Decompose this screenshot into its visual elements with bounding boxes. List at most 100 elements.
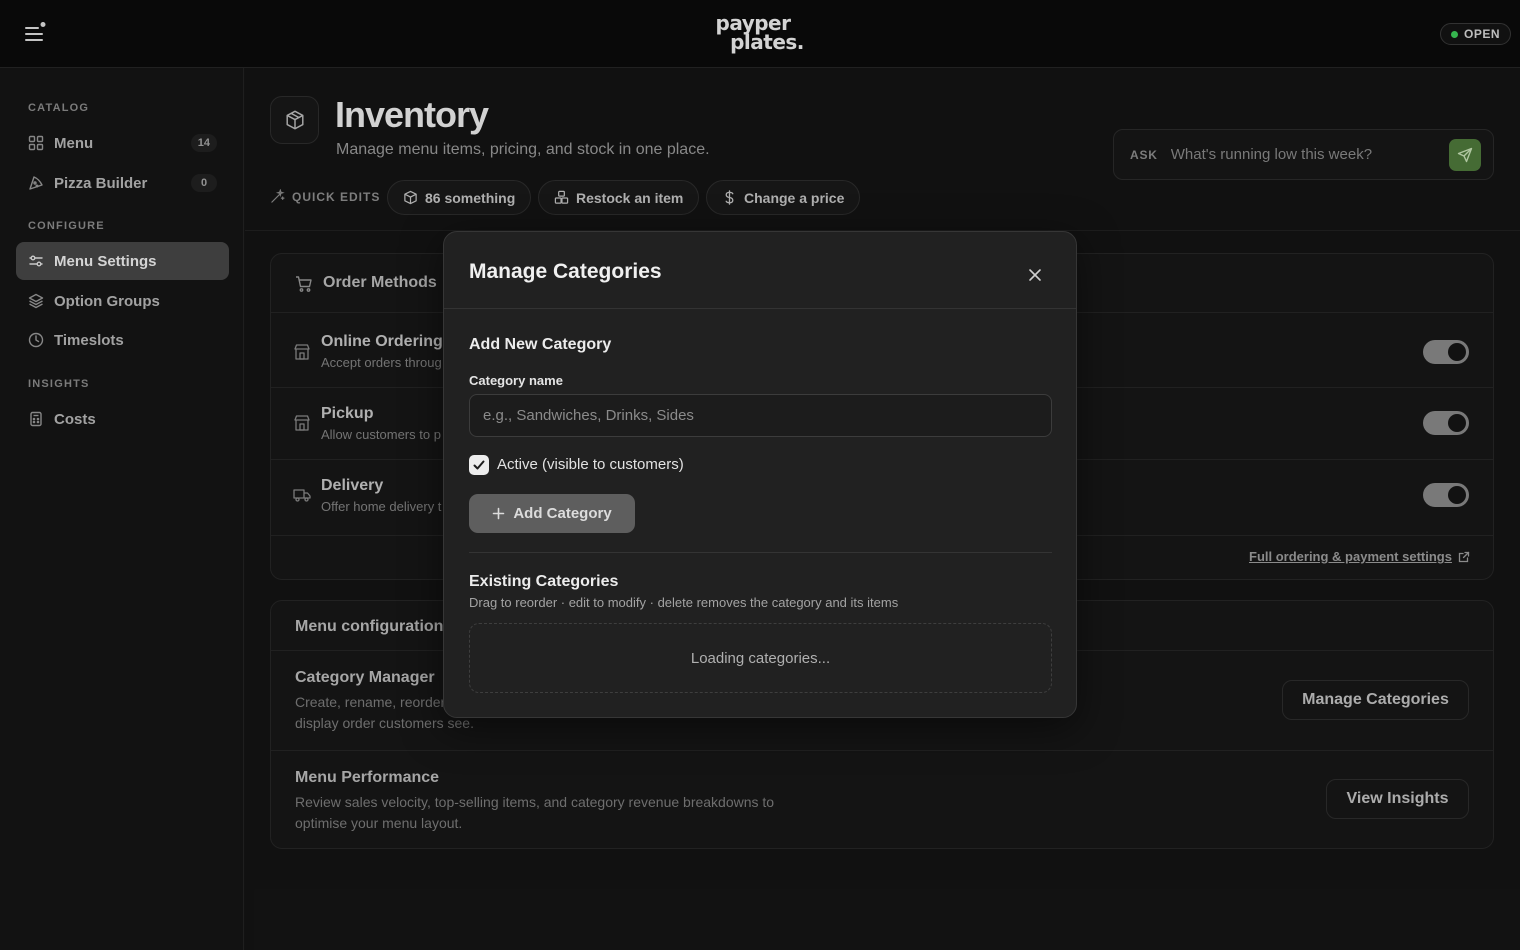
modal-close-button[interactable] bbox=[1024, 264, 1046, 286]
page-subtitle: Manage menu items, pricing, and stock in… bbox=[336, 141, 710, 158]
sidebar-item-menu-settings[interactable]: Menu Settings bbox=[16, 242, 229, 280]
menu-count-badge: 14 bbox=[190, 134, 217, 152]
calculator-icon bbox=[30, 411, 42, 427]
status-label: OPEN bbox=[1464, 27, 1501, 41]
delivery-toggle[interactable] bbox=[1423, 483, 1469, 507]
delivery-title: Delivery bbox=[321, 477, 384, 494]
manage-categories-button[interactable]: Manage Categories bbox=[1282, 680, 1469, 720]
hamburger-icon bbox=[25, 22, 46, 41]
sidebar-item-label: Menu Settings bbox=[54, 252, 157, 270]
online-ordering-desc: Accept orders throug bbox=[321, 355, 442, 370]
category-name-label: Category name bbox=[469, 373, 563, 388]
modal-title: Manage Categories bbox=[469, 260, 662, 283]
add-category-button[interactable]: Add Category bbox=[469, 494, 635, 533]
category-manager-desc-line1: Create, rename, reorder bbox=[295, 694, 446, 710]
sidebar-item-pizza-builder[interactable]: Pizza Builder 0 bbox=[16, 164, 229, 202]
layers-icon bbox=[28, 293, 44, 309]
store-icon bbox=[294, 344, 310, 360]
status-dot-icon bbox=[1451, 30, 1458, 38]
quick-edit-change-price[interactable]: Change a price bbox=[706, 180, 861, 215]
loading-text: Loading categories... bbox=[690, 649, 831, 667]
sidebar-item-label: Pizza Builder bbox=[54, 174, 148, 192]
toggle-knob bbox=[1448, 486, 1466, 504]
ask-send-button[interactable] bbox=[1449, 138, 1481, 171]
box-icon bbox=[404, 190, 417, 205]
pickup-toggle[interactable] bbox=[1423, 411, 1469, 435]
full-ordering-settings-link[interactable]: Full ordering & payment settings bbox=[1249, 549, 1470, 564]
quick-edit-86-something[interactable]: 86 something bbox=[387, 180, 532, 215]
quick-edit-restock-item[interactable]: Restock an item bbox=[538, 180, 700, 215]
pickup-title: Pickup bbox=[321, 405, 374, 422]
quick-edits-label: QUICK EDITS bbox=[270, 189, 380, 204]
sidebar-item-label: Menu bbox=[54, 134, 94, 152]
chip-label: Change a price bbox=[744, 189, 845, 206]
ask-input[interactable] bbox=[1170, 146, 1449, 163]
online-ordering-title: Online Ordering bbox=[321, 333, 443, 350]
ask-label: ASK bbox=[1130, 147, 1158, 162]
inventory-icon-box bbox=[270, 96, 319, 144]
modal-section-divider bbox=[469, 552, 1052, 553]
sidebar-item-option-groups[interactable]: Option Groups bbox=[16, 282, 229, 320]
truck-icon bbox=[293, 489, 311, 502]
brand-logo[interactable]: payper plates. bbox=[700, 13, 820, 54]
sidebar-item-label: Costs bbox=[54, 410, 96, 428]
online-ordering-toggle[interactable] bbox=[1423, 340, 1469, 364]
pizza-icon bbox=[29, 176, 43, 190]
active-checkbox[interactable] bbox=[469, 455, 489, 475]
existing-categories-heading: Existing Categories bbox=[469, 573, 619, 590]
clock-icon bbox=[28, 332, 44, 348]
categories-loading-state: Loading categories... bbox=[469, 623, 1052, 693]
sidebar-section-configure: CONFIGURE bbox=[28, 220, 105, 232]
sidebar-item-timeslots[interactable]: Timeslots bbox=[16, 321, 229, 359]
menu-performance-desc-line2: optimise your menu layout. bbox=[295, 815, 463, 831]
chip-label: 86 something bbox=[425, 189, 516, 206]
grid-icon bbox=[28, 135, 44, 151]
sidebar-section-catalog: CATALOG bbox=[28, 102, 90, 114]
menu-toggle-button[interactable] bbox=[24, 22, 48, 46]
menu-performance-desc-line1: Review sales velocity, top-selling items… bbox=[295, 794, 775, 810]
sliders-icon bbox=[29, 255, 43, 267]
manage-categories-modal: Manage Categories Add New Category Categ… bbox=[443, 231, 1077, 718]
existing-categories-help: Drag to reorder · edit to modify · delet… bbox=[469, 595, 899, 610]
toggle-knob bbox=[1448, 414, 1466, 432]
link-label: Full ordering & payment settings bbox=[1249, 549, 1452, 564]
sidebar-item-menu[interactable]: Menu 14 bbox=[16, 124, 229, 162]
add-new-category-heading: Add New Category bbox=[469, 336, 612, 353]
category-manager-desc-line2: display order customers see. bbox=[295, 715, 474, 731]
brand-line-2: plates. bbox=[730, 30, 804, 54]
add-category-label: Add Category bbox=[513, 505, 612, 522]
close-icon bbox=[1029, 269, 1041, 281]
dollar-icon bbox=[725, 190, 734, 205]
menu-configuration-title: Menu configuration bbox=[295, 618, 444, 635]
plus-icon bbox=[493, 507, 505, 520]
store-status-badge[interactable]: OPEN bbox=[1440, 23, 1512, 45]
pizza-builder-count-badge: 0 bbox=[191, 174, 217, 192]
toggle-knob bbox=[1448, 343, 1466, 361]
pickup-desc: Allow customers to p bbox=[321, 427, 441, 442]
cart-icon bbox=[296, 276, 312, 292]
modal-header-divider bbox=[444, 308, 1076, 309]
package-icon bbox=[285, 110, 304, 130]
store-icon bbox=[294, 415, 310, 431]
ask-assistant-box: ASK bbox=[1113, 129, 1494, 180]
category-name-input[interactable] bbox=[469, 394, 1052, 437]
quick-edits-text: QUICK EDITS bbox=[292, 189, 381, 204]
send-icon bbox=[1457, 147, 1473, 162]
active-checkbox-label[interactable]: Active (visible to customers) bbox=[497, 456, 684, 473]
chip-label: Restock an item bbox=[576, 189, 684, 206]
order-methods-title: Order Methods bbox=[323, 274, 437, 291]
sidebar-item-costs[interactable]: Costs bbox=[16, 400, 229, 438]
sidebar: CATALOG Menu 14 Pizza Builder 0 CONFIGUR… bbox=[0, 68, 244, 950]
top-bar: payper plates. OPEN bbox=[0, 0, 1520, 68]
checkmark-icon bbox=[473, 460, 485, 470]
sparkle-wand-icon bbox=[271, 189, 285, 203]
view-insights-button[interactable]: View Insights bbox=[1326, 779, 1469, 819]
delivery-desc: Offer home delivery t bbox=[321, 499, 442, 514]
boxes-icon bbox=[554, 190, 569, 204]
category-manager-title: Category Manager bbox=[295, 669, 435, 686]
menu-performance-title: Menu Performance bbox=[295, 769, 440, 786]
sidebar-section-insights: INSIGHTS bbox=[28, 378, 90, 390]
page-title: Inventory bbox=[335, 94, 489, 135]
sidebar-item-label: Timeslots bbox=[54, 331, 124, 349]
sidebar-item-label: Option Groups bbox=[54, 292, 160, 310]
